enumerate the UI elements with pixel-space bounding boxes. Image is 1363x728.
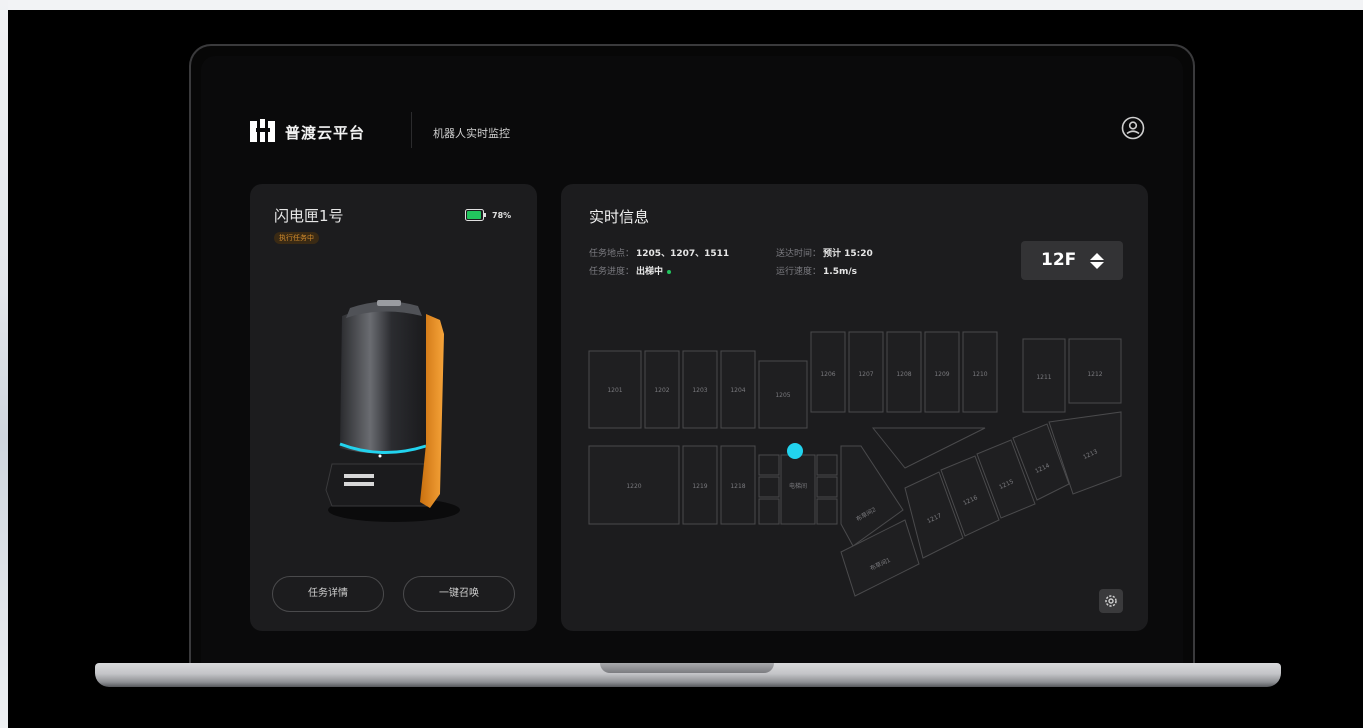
delivery-time-label: 送达时间： [776,249,822,259]
task-progress-label: 任务进度： [589,267,635,277]
label-1211: 1211 [1036,374,1051,381]
speed-row: 运行速度： 1.5m/s [776,264,857,277]
gear-icon [1105,595,1117,607]
user-icon[interactable] [1121,116,1145,140]
status-badge: 执行任务中 [274,232,319,244]
floor-selector[interactable]: 12F [1021,241,1123,280]
robot-name: 闪电匣1号 [274,207,344,225]
progress-status-dot [667,269,672,274]
background-top-strip [0,0,1363,10]
label-1209: 1209 [934,371,949,378]
label-1207: 1207 [858,371,873,378]
label-1201: 1201 [607,387,622,394]
room-small-a1 [758,454,780,476]
task-location-value: 1205、1207、1511 [636,249,730,259]
robot-location-marker [787,443,803,459]
page-subtitle: 机器人实时监控 [433,127,510,140]
label-1208: 1208 [896,371,911,378]
label-1206: 1206 [820,371,835,378]
up-down-arrows-icon[interactable] [1089,252,1105,270]
app-screen: 普渡云平台 机器人实时监控 闪电匣1号 执行任务中 78% 任务详情 一键召唤 … [201,56,1183,670]
robot-image [325,300,460,522]
room-small-b2 [816,476,838,498]
task-location-label: 任务地点： [589,249,635,259]
label-1210: 1210 [972,371,987,378]
speed-value: 1.5m/s [823,267,857,277]
background-left-strip [0,0,8,728]
task-progress-row: 任务进度： 出梯中 [589,264,672,277]
speed-label: 运行速度： [776,267,822,277]
floor-label: 12F [1041,250,1077,270]
map-settings-button[interactable] [1099,589,1123,613]
brand-logo-icon [250,119,275,142]
floor-map: 1201 1202 1203 1204 1205 1206 1207 1208 … [588,331,1122,597]
task-detail-button[interactable]: 任务详情 [272,576,384,612]
task-location-row: 任务地点： 1205、1207、1511 [589,246,729,259]
realtime-info-card: 实时信息 任务地点： 1205、1207、1511 任务进度： 出梯中 送达时间：预… [561,184,1148,631]
battery-percentage: 78% [492,211,512,220]
brand-name: 普渡云平台 [285,124,366,142]
label-1218: 1218 [730,483,745,490]
label-elevator: 电梯间 [789,482,807,490]
task-progress-value: 出梯中 [636,267,664,277]
label-1202: 1202 [654,387,669,394]
delivery-time-row: 送达时间： 预计 15:20 [776,246,873,259]
one-click-summon-button[interactable]: 一键召唤 [403,576,515,612]
header-divider [411,112,412,148]
label-1219: 1219 [692,483,707,490]
room-small-b1 [816,454,838,476]
robot-card: 闪电匣1号 执行任务中 78% 任务详情 一键召唤 [250,184,537,631]
room-small-a2 [758,476,780,498]
label-1204: 1204 [730,387,745,394]
info-title: 实时信息 [589,208,650,226]
label-1212: 1212 [1087,371,1102,378]
laptop-frame: 普渡云平台 机器人实时监控 闪电匣1号 执行任务中 78% 任务详情 一键召唤 … [189,44,1195,670]
label-1205: 1205 [775,392,790,399]
label-1220: 1220 [626,483,641,490]
room-small-b3 [816,498,838,525]
delivery-time-value: 预计 15:20 [823,249,873,259]
laptop-notch [600,663,774,673]
battery-icon [465,209,486,221]
room-small-a3 [758,498,780,525]
label-1203: 1203 [692,387,707,394]
